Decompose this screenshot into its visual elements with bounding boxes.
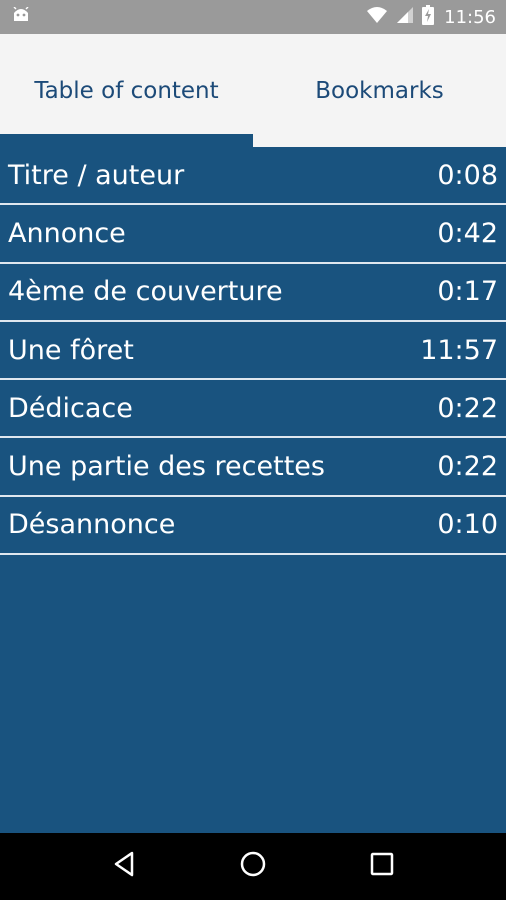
back-button[interactable] bbox=[100, 843, 148, 891]
chapter-title: Dédicace bbox=[8, 392, 133, 424]
list-item[interactable]: Désannonce 0:10 bbox=[0, 497, 506, 556]
home-button[interactable] bbox=[229, 843, 277, 891]
chapter-duration: 0:08 bbox=[437, 159, 498, 191]
tab-bookmarks[interactable]: Bookmarks bbox=[253, 34, 506, 147]
chapter-duration: 0:42 bbox=[437, 217, 498, 249]
status-bar: 11:56 bbox=[0, 0, 506, 34]
chapter-duration: 11:57 bbox=[420, 334, 498, 366]
chapter-duration: 0:22 bbox=[437, 451, 498, 483]
chapter-title: Désannonce bbox=[8, 509, 176, 541]
chapter-duration: 0:17 bbox=[437, 276, 498, 308]
list-item[interactable]: Dédicace 0:22 bbox=[0, 380, 506, 439]
list-item[interactable]: Une partie des recettes 0:22 bbox=[0, 438, 506, 497]
chapter-title: Une partie des recettes bbox=[8, 451, 325, 483]
navigation-bar bbox=[0, 833, 506, 900]
chapter-title: Titre / auteur bbox=[8, 159, 185, 191]
list-item[interactable]: Titre / auteur 0:08 bbox=[0, 147, 506, 206]
wifi-icon bbox=[366, 6, 388, 29]
tab-bar: Table of content Bookmarks bbox=[0, 34, 506, 147]
back-icon bbox=[112, 851, 136, 882]
tab-selected-indicator bbox=[0, 134, 253, 147]
tab-label: Bookmarks bbox=[315, 78, 444, 104]
chapter-title: Une fôret bbox=[8, 334, 134, 366]
status-time: 11:56 bbox=[444, 6, 496, 28]
battery-charging-icon bbox=[422, 4, 435, 30]
recents-icon bbox=[370, 852, 394, 881]
toc-list: Titre / auteur 0:08 Annonce 0:42 4ème de… bbox=[0, 147, 506, 556]
android-icon bbox=[12, 6, 30, 28]
home-icon bbox=[239, 850, 267, 883]
chapter-duration: 0:10 bbox=[437, 509, 498, 541]
chapter-title: Annonce bbox=[8, 217, 126, 249]
list-item[interactable]: 4ème de couverture 0:17 bbox=[0, 264, 506, 322]
list-item[interactable]: Une fôret 11:57 bbox=[0, 322, 506, 381]
tab-table-of-content[interactable]: Table of content bbox=[0, 34, 253, 147]
recents-button[interactable] bbox=[358, 843, 406, 891]
list-item[interactable]: Annonce 0:42 bbox=[0, 205, 506, 264]
chapter-duration: 0:22 bbox=[437, 392, 498, 424]
chapter-title: 4ème de couverture bbox=[8, 276, 283, 308]
signal-icon bbox=[396, 6, 414, 29]
tab-label: Table of content bbox=[34, 78, 219, 104]
